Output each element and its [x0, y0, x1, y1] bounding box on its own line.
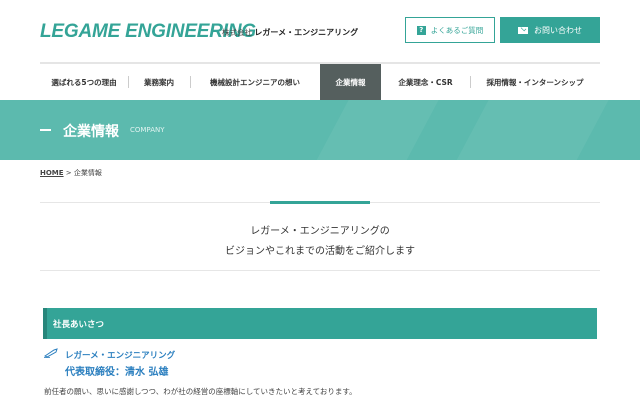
- company-legal-name: 株式会社 レガーメ・エンジニアリング: [222, 27, 358, 38]
- banner-decoration: [446, 100, 614, 160]
- faq-button-label: よくあるご質問: [430, 25, 484, 35]
- greeting-text: 前任者の願い、思いに感謝しつつ、わが社の経営の座標軸にしていきたいと考えておりま…: [44, 387, 357, 396]
- section-heading-label: 社長あいさつ: [53, 319, 105, 330]
- company-name-label: レガーメ・エンジニアリング: [254, 28, 359, 37]
- site-header: LEGAME ENGINEERING 株式会社 レガーメ・エンジニアリング ? …: [0, 0, 640, 62]
- banner-decoration: [306, 100, 444, 160]
- nav-item-reasons[interactable]: 選ばれる5つの理由: [40, 64, 128, 100]
- nav-item-services[interactable]: 業務案内: [128, 64, 190, 100]
- section-heading: 社長あいさつ: [43, 308, 597, 339]
- page-subtitle: COMPANY: [130, 126, 165, 134]
- mail-icon: [518, 26, 528, 34]
- global-nav: 選ばれる5つの理由 業務案内 機械設計エンジニアの想い 企業情報 企業理念・CS…: [40, 62, 600, 100]
- accent-bar: [270, 201, 370, 204]
- banner-dash: [40, 129, 51, 131]
- nav-item-company[interactable]: 企業情報: [320, 64, 381, 100]
- president-name: 代表取締役：清水 弘雄: [65, 367, 169, 378]
- question-icon: ?: [416, 25, 426, 35]
- pen-icon: [44, 348, 58, 358]
- page-title: 企業情報: [63, 124, 119, 140]
- contact-button-label: お問い合わせ: [534, 25, 582, 35]
- nav-item-engineer-thoughts[interactable]: 機械設計エンジニアの想い: [190, 64, 320, 100]
- faq-button[interactable]: ? よくあるご質問: [405, 17, 495, 43]
- nav-item-recruit[interactable]: 採用情報・インターンシップ: [470, 64, 600, 100]
- breadcrumb: HOME > 企業情報: [40, 168, 102, 178]
- intro-heading-line1: レガーメ・エンジニアリングの: [250, 226, 390, 237]
- contact-button[interactable]: お問い合わせ: [500, 17, 600, 43]
- page-banner: 企業情報 COMPANY: [0, 100, 640, 160]
- intro-heading-line2: ビジョンやこれまでの活動をご紹介します: [225, 246, 415, 257]
- company-type-label: 株式会社: [222, 28, 252, 37]
- breadcrumb-home-link[interactable]: HOME: [40, 169, 64, 177]
- nav-item-philosophy-csr[interactable]: 企業理念・CSR: [381, 64, 470, 100]
- breadcrumb-separator: >: [65, 169, 72, 177]
- breadcrumb-current: 企業情報: [73, 169, 102, 177]
- divider: [40, 270, 600, 271]
- greeting-company-name: レガーメ・エンジニアリング: [65, 351, 176, 361]
